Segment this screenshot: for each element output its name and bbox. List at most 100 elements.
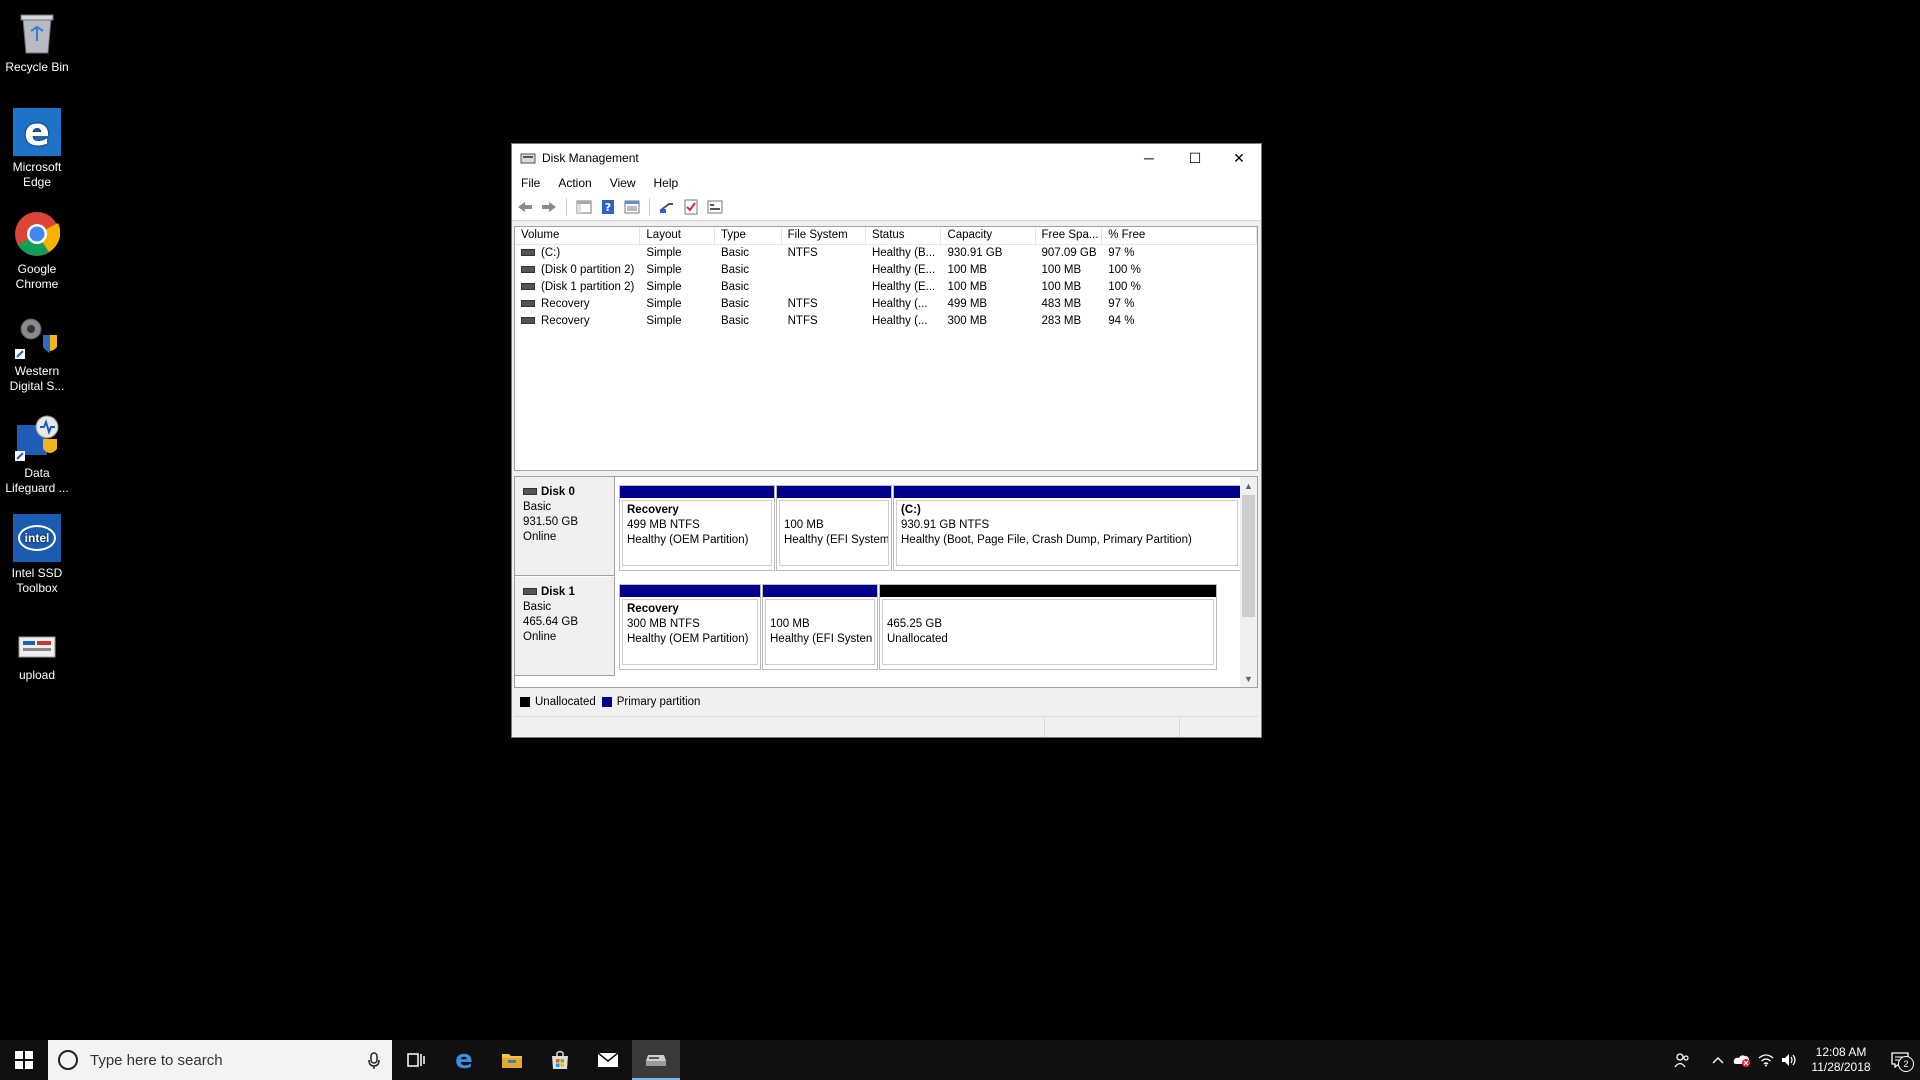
cell-file-system: NTFS — [787, 247, 818, 259]
table-row[interactable]: (Disk 0 partition 2) Simple Basic Health… — [515, 262, 1257, 279]
desktop-icon-label: Western Digital S... — [9, 364, 65, 393]
table-row[interactable]: Recovery Simple Basic NTFS Healthy (... … — [515, 296, 1257, 313]
cell-percent-free: 100 % — [1108, 281, 1141, 293]
disk-type: Basic — [523, 601, 552, 613]
menu-action[interactable]: Action — [549, 176, 600, 190]
partition-disk1-efi[interactable]: 100 MB Healthy (EFI Systen — [762, 584, 878, 670]
cell-free-space: 100 MB — [1041, 264, 1082, 276]
volume-icon[interactable] — [1778, 1053, 1802, 1067]
data-lifeguard-icon — [13, 414, 61, 462]
desktop-icon-data-lifeguard[interactable]: Data Lifeguard ... — [4, 414, 70, 496]
menu-view[interactable]: View — [601, 176, 645, 190]
mail-icon — [597, 1052, 619, 1067]
partition-bar — [763, 585, 877, 597]
disk-1-label[interactable]: Disk 1 Basic 465.64 GB Online — [515, 577, 615, 676]
disk-icon — [523, 488, 537, 496]
column-header-file-system[interactable]: File System — [782, 227, 866, 244]
volume-list[interactable]: Volume Layout Type File System Status Ca… — [514, 226, 1258, 471]
cell-volume: (C:) — [541, 247, 561, 259]
cell-free-space: 483 MB — [1041, 298, 1082, 310]
column-header-capacity[interactable]: Capacity — [941, 227, 1036, 244]
close-button[interactable]: ✕ — [1216, 144, 1262, 172]
properties-icon[interactable] — [623, 198, 641, 216]
microphone-icon[interactable] — [368, 1052, 380, 1074]
partition-size: 465.25 GB — [887, 618, 942, 630]
check-icon[interactable] — [682, 198, 700, 216]
partition-size: 499 MB NTFS — [627, 519, 700, 531]
desktop-icon-western-digital[interactable]: Western Digital S... — [4, 312, 70, 394]
clock[interactable]: 12:08 AM 11/28/2018 — [1802, 1045, 1880, 1075]
partition-disk1-recovery[interactable]: Recovery 300 MB NTFS Healthy (OEM Partit… — [619, 584, 761, 670]
help-icon[interactable]: ? — [599, 198, 617, 216]
cell-type: Basic — [720, 247, 750, 259]
vertical-scrollbar[interactable]: ▲ ▼ — [1240, 477, 1257, 687]
partition-disk0-recovery[interactable]: Recovery 499 MB NTFS Healthy (OEM Partit… — [619, 485, 775, 571]
cell-capacity: 100 MB — [947, 281, 988, 293]
table-row[interactable]: (Disk 1 partition 2) Simple Basic Health… — [515, 279, 1257, 296]
desktop-icon-chrome[interactable]: Google Chrome — [4, 210, 70, 292]
disk-graphical-view[interactable]: Disk 0 Basic 931.50 GB Online Recovery 4… — [514, 476, 1258, 688]
volume-icon — [521, 266, 535, 274]
minimize-button[interactable]: ─ — [1126, 144, 1172, 172]
forward-icon[interactable] — [540, 198, 558, 216]
desktop-icon-intel[interactable]: intel Intel SSD Toolbox — [4, 514, 70, 596]
disk-management-icon — [646, 1055, 666, 1066]
onedrive-error-icon[interactable] — [1730, 1053, 1754, 1067]
start-button[interactable] — [0, 1040, 48, 1080]
taskbar-store[interactable] — [536, 1040, 584, 1080]
folder-icon — [502, 1054, 522, 1068]
cell-status: Healthy (... — [871, 298, 928, 310]
status-bar — [514, 716, 1258, 737]
desktop-icon-recycle-bin[interactable]: Recycle Bin — [4, 8, 70, 75]
desktop-icon-label: Intel SSD Toolbox — [11, 566, 63, 595]
cell-type: Basic — [720, 264, 750, 276]
task-view-button[interactable] — [392, 1040, 440, 1080]
taskbar-file-explorer[interactable] — [488, 1040, 536, 1080]
partition-title — [770, 602, 870, 617]
settings-icon[interactable] — [706, 198, 724, 216]
show-hidden-icons-icon[interactable] — [1706, 1056, 1730, 1064]
column-header-layout[interactable]: Layout — [640, 227, 715, 244]
column-header-percent-free[interactable]: % Free — [1102, 227, 1257, 244]
scroll-down-icon[interactable]: ▼ — [1240, 670, 1257, 687]
partition-status: Healthy (OEM Partition) — [627, 633, 749, 645]
back-icon[interactable] — [516, 198, 534, 216]
taskbar-edge[interactable]: e — [440, 1040, 488, 1080]
scrollbar-thumb[interactable] — [1242, 495, 1255, 617]
partition-disk1-unallocated[interactable]: 465.25 GB Unallocated — [879, 584, 1217, 670]
scroll-up-icon[interactable]: ▲ — [1240, 477, 1257, 494]
desktop-icon-upload[interactable]: upload — [4, 628, 70, 683]
cell-layout: Simple — [646, 315, 682, 327]
connect-icon[interactable] — [658, 198, 676, 216]
console-tree-icon[interactable] — [575, 198, 593, 216]
cell-free-space: 907.09 GB — [1041, 247, 1097, 259]
volume-list-header: Volume Layout Type File System Status Ca… — [515, 227, 1257, 245]
column-header-volume[interactable]: Volume — [515, 227, 641, 244]
action-center-button[interactable]: 2 — [1880, 1052, 1920, 1072]
title-bar[interactable]: Disk Management ─ ☐ ✕ — [512, 144, 1261, 172]
status-section — [514, 717, 1045, 737]
column-header-type[interactable]: Type — [715, 227, 782, 244]
partition-disk0-efi[interactable]: 100 MB Healthy (EFI System — [776, 485, 892, 571]
table-row[interactable]: Recovery Simple Basic NTFS Healthy (... … — [515, 313, 1257, 330]
column-header-status[interactable]: Status — [866, 227, 942, 244]
column-header-free-space[interactable]: Free Spa... — [1036, 227, 1103, 244]
disk-0-label[interactable]: Disk 0 Basic 931.50 GB Online — [515, 477, 615, 576]
taskbar-disk-management[interactable] — [632, 1040, 680, 1080]
partition-disk0-c[interactable]: (C:) 930.91 GB NTFS Healthy (Boot, Page … — [893, 485, 1241, 571]
maximize-button[interactable]: ☐ — [1172, 144, 1218, 172]
cell-volume: Recovery — [541, 298, 590, 310]
menu-help[interactable]: Help — [645, 176, 688, 190]
menu-file[interactable]: File — [512, 176, 549, 190]
desktop-icon-label: Microsoft Edge — [12, 160, 62, 189]
search-box[interactable]: Type here to search — [48, 1040, 392, 1080]
people-icon[interactable] — [1670, 1052, 1694, 1068]
taskbar-mail[interactable] — [584, 1040, 632, 1080]
network-icon[interactable] — [1754, 1053, 1778, 1067]
partition-status: Healthy (OEM Partition) — [627, 534, 749, 546]
cell-file-system — [782, 279, 866, 296]
disk-state: Online — [523, 631, 557, 643]
disk-name: Disk 0 — [541, 486, 575, 498]
table-row[interactable]: (C:) Simple Basic NTFS Healthy (B... 930… — [515, 245, 1257, 262]
desktop-icon-edge[interactable]: e Microsoft Edge — [4, 108, 70, 190]
